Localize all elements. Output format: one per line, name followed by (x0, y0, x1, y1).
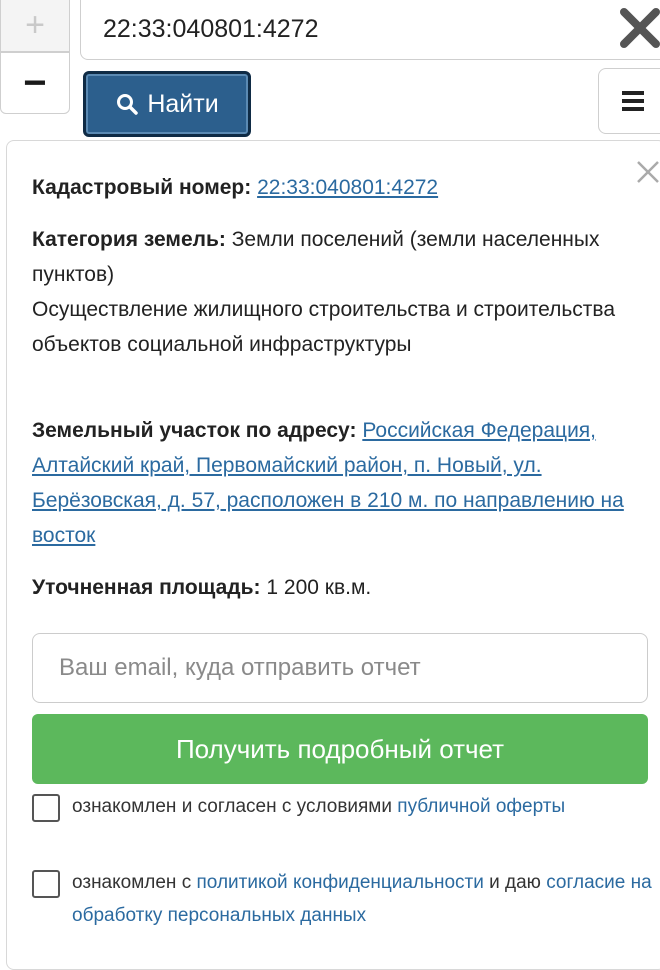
close-card-button[interactable] (634, 158, 660, 186)
area-label: Уточненная площадь: (32, 576, 261, 599)
search-button-label: Найти (147, 89, 219, 118)
search-input[interactable] (80, 0, 660, 60)
offer-consent: ознакомлен и согласен с условиями публич… (32, 790, 652, 823)
land-category-row: Категория земель: Земли поселений (земли… (32, 222, 632, 362)
privacy-checkbox[interactable] (32, 870, 60, 898)
zoom-out-button[interactable]: − (0, 52, 70, 114)
privacy-policy-link[interactable]: политикой конфиденциальности (197, 872, 484, 893)
address-label: Земельный участок по адресу: (32, 419, 357, 442)
privacy-consent: ознакомлен с политикой конфиденциальност… (32, 866, 652, 932)
privacy-text-middle: и даю (489, 872, 541, 893)
close-icon (637, 161, 659, 183)
zoom-in-button[interactable]: + (0, 0, 70, 52)
menu-icon (622, 91, 644, 111)
area-row: Уточненная площадь: 1 200 кв.м. (32, 570, 632, 605)
clear-search-button[interactable] (618, 6, 660, 50)
land-category-label: Категория земель: (32, 228, 226, 251)
privacy-text-before: ознакомлен с (72, 872, 192, 893)
address-row: Земельный участок по адресу: Российская … (32, 413, 632, 553)
cadastral-number-label: Кадастровый номер: (32, 176, 252, 199)
offer-checkbox[interactable] (32, 794, 60, 822)
menu-button[interactable] (598, 68, 660, 134)
area-value: 1 200 кв.м. (266, 576, 372, 599)
get-report-button[interactable]: Получить подробный отчет (32, 714, 648, 784)
search-icon (117, 94, 139, 115)
cadastral-number-row: Кадастровый номер: 22:33:040801:4272 (32, 170, 632, 205)
close-icon (620, 8, 660, 48)
offer-text: ознакомлен и согласен с условиями (72, 796, 392, 817)
land-usage-text: Осуществление жилищного строительства и … (32, 298, 616, 356)
search-button[interactable]: Найти (83, 71, 251, 137)
email-input[interactable] (32, 633, 648, 703)
offer-consent-text: ознакомлен и согласен с условиями публич… (72, 790, 565, 823)
privacy-consent-text: ознакомлен с политикой конфиденциальност… (72, 866, 652, 932)
public-offer-link[interactable]: публичной оферты (397, 796, 565, 817)
cadastral-number-link[interactable]: 22:33:040801:4272 (257, 176, 438, 199)
